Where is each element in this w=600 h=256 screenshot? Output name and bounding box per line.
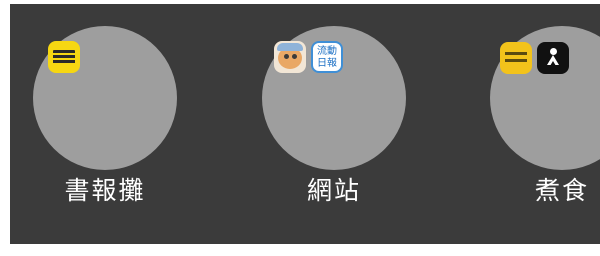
folder-cooking[interactable]: 煮食 [482,4,600,244]
cartoon-eye [292,54,297,59]
chef-figure-app-icon[interactable] [537,42,569,74]
cartoon-hat [277,43,303,51]
folder-label-newsstand: 書報攤 [64,176,146,205]
figure-head [550,48,557,55]
newspaper-mark [53,50,75,64]
yellow-newspaper-app-icon[interactable] [48,41,80,73]
folder-newsstand[interactable]: 書報攤 [25,4,185,244]
cartoon-eye [284,54,289,59]
home-screen-folder-row: 書報攤 流動 日報 網站 煮食 [10,4,600,244]
cartoon-character-app-icon[interactable] [274,41,306,73]
figure-body [547,55,559,65]
folder-label-cooking: 煮食 [534,176,589,205]
blue-text-app-icon[interactable]: 流動 日報 [311,41,343,73]
folder-label-websites: 網站 [306,176,361,205]
label-bar [505,52,527,55]
label-bar [505,59,527,62]
yellow-label-app-icon[interactable] [500,42,532,74]
folder-websites[interactable]: 流動 日報 網站 [254,4,414,244]
blue-app-text: 流動 日報 [317,46,337,69]
